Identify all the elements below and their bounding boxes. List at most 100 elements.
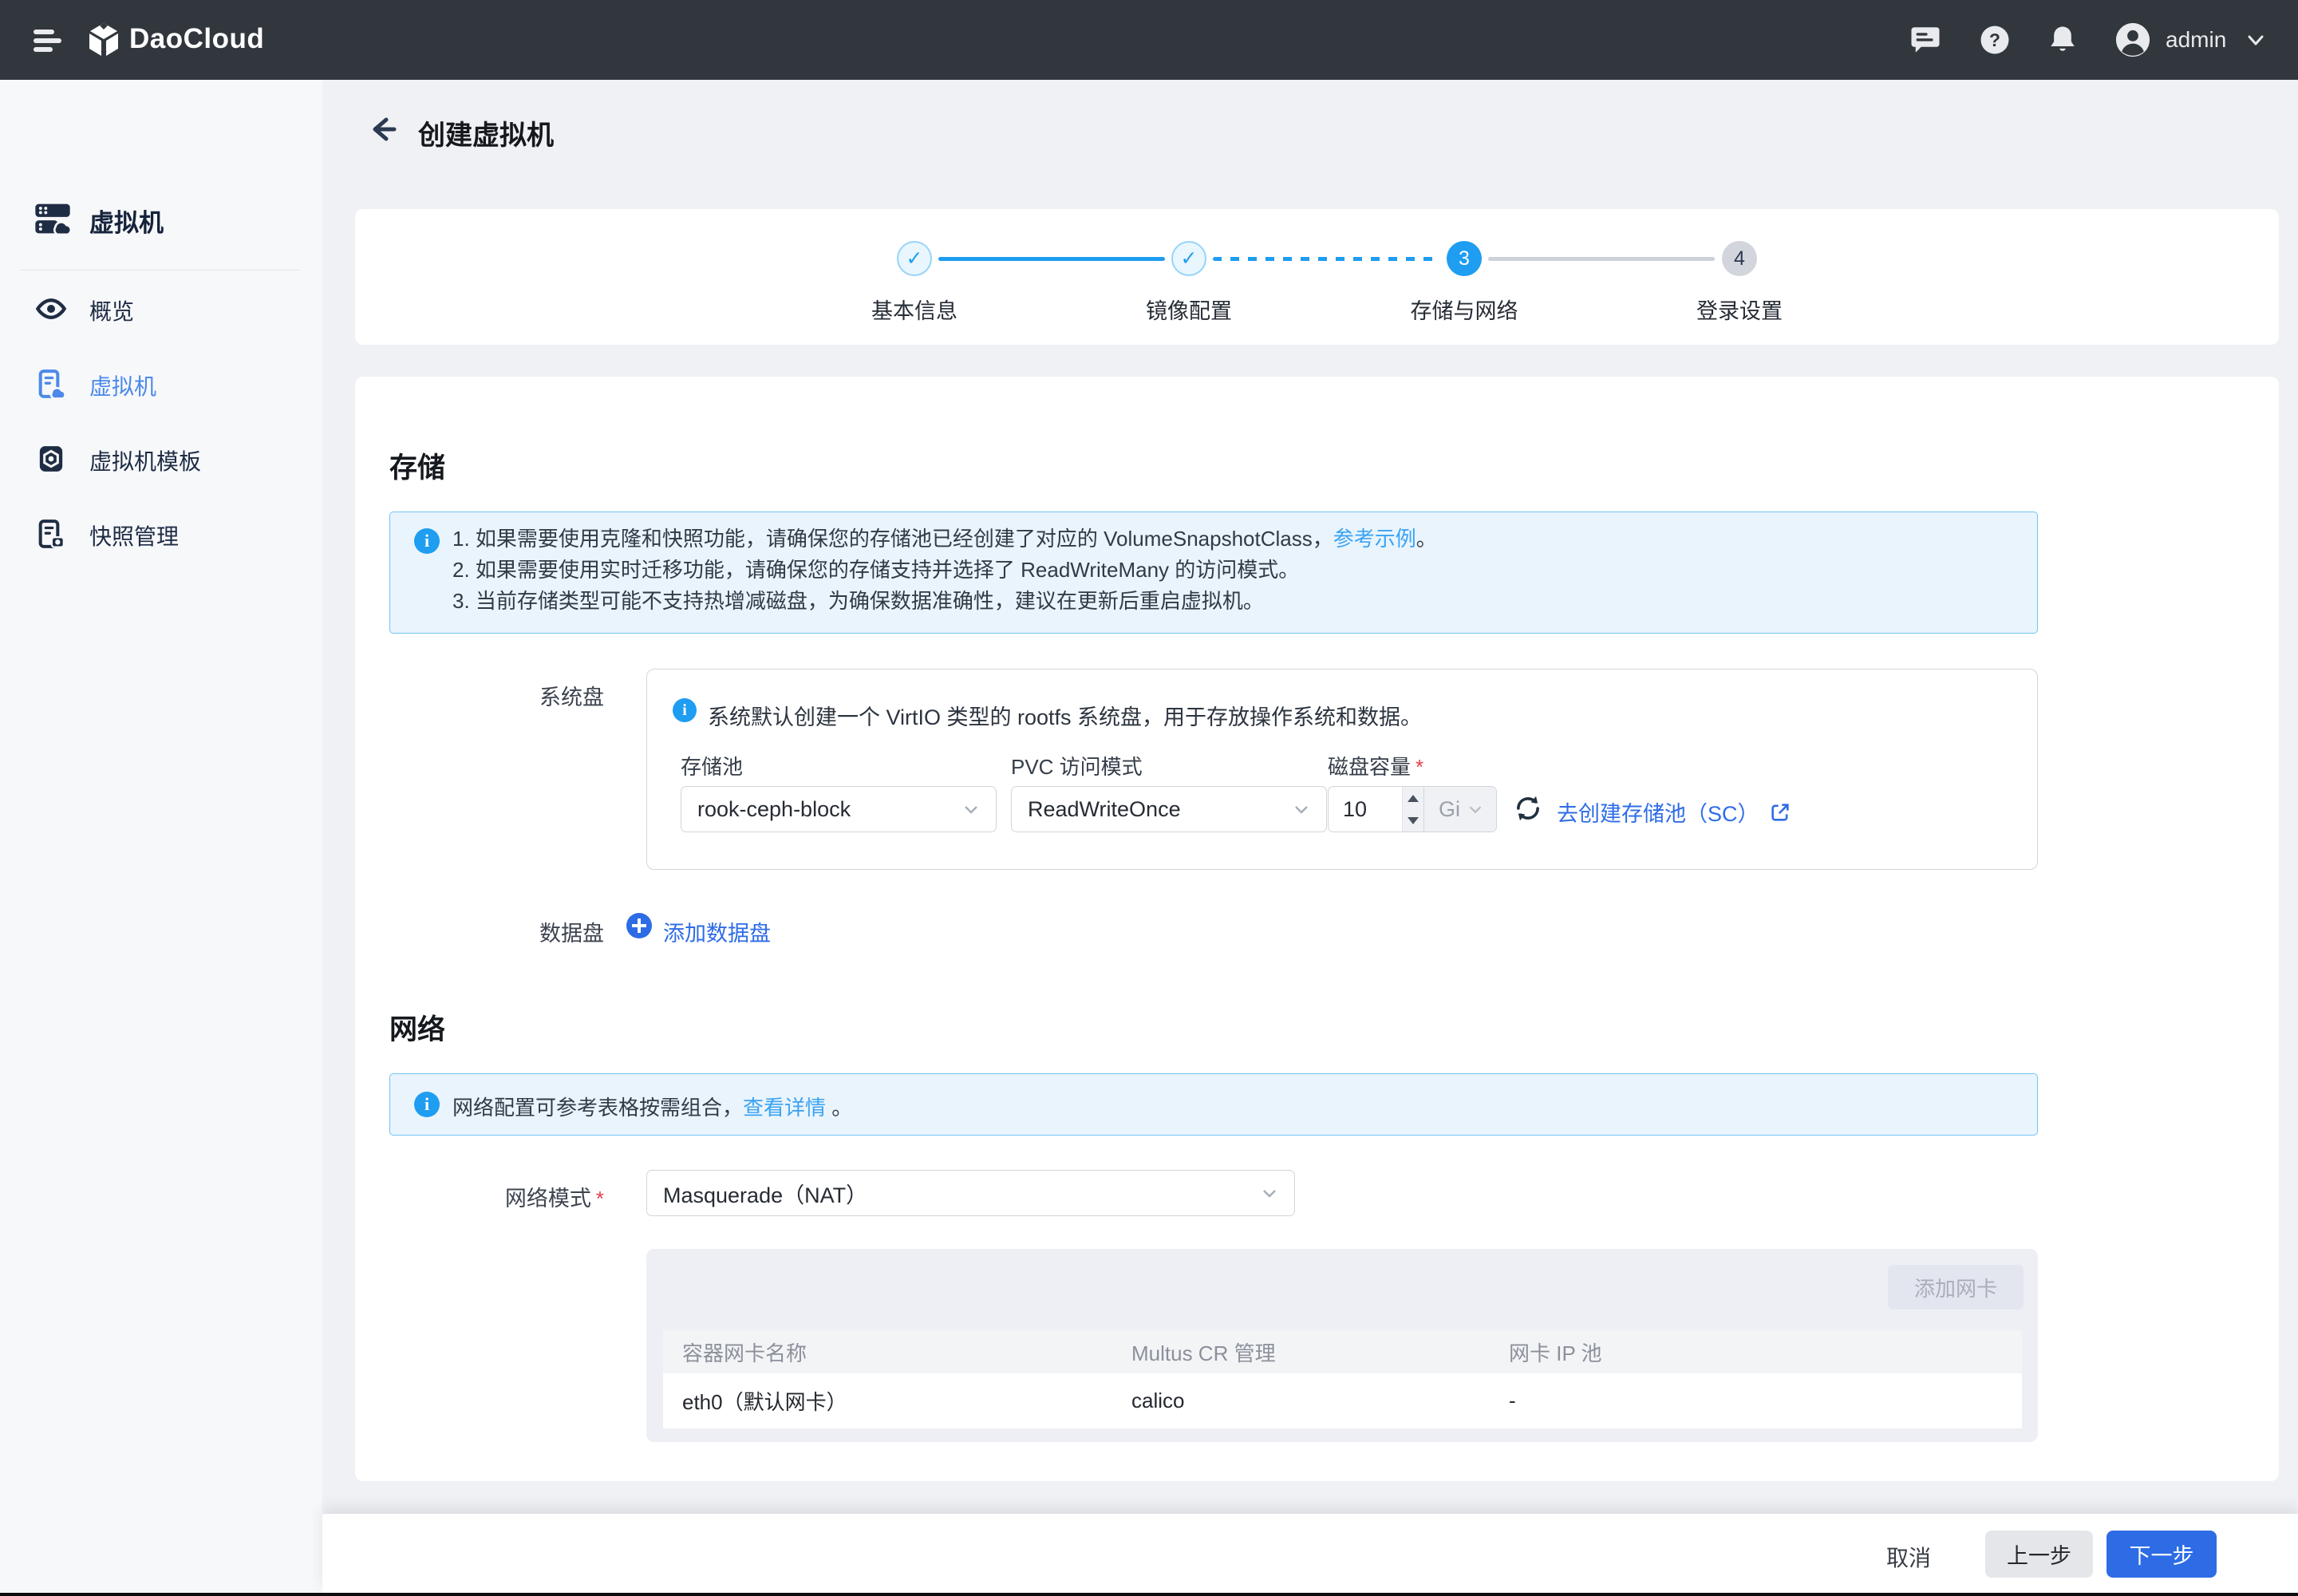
storage-alert-text: 1. 如果需要使用克隆和快照功能，请确保您的存储池已经创建了对应的 Volume… [452,523,2008,617]
previous-step-button[interactable]: 上一步 [1985,1531,2093,1578]
storage-pool-label: 存储池 [681,751,743,780]
info-icon: i [414,528,440,554]
sidebar-item-snapshots[interactable]: 快照管理 [0,505,322,563]
chevron-down-icon [1291,799,1312,820]
col-multus-cr: Multus CR 管理 [1131,1330,1509,1373]
stepper-up-icon[interactable] [1403,787,1423,809]
window-bottom-edge [0,1593,2298,1596]
chevron-down-icon [961,799,981,820]
col-ip-pool: 网卡 IP 池 [1509,1330,2022,1373]
external-link-icon[interactable] [1769,801,1791,824]
network-mode-select[interactable]: Masquerade（NAT） [646,1170,1295,1216]
network-section-heading: 网络 [389,1007,445,1048]
wizard-stepper: ✓ ✓ 3 4 基本信息 镜像配置 存储与网络 登录设置 [355,209,2279,345]
next-step-button[interactable]: 下一步 [2106,1531,2217,1578]
help-icon[interactable]: ? [1978,23,2012,57]
pvc-access-mode-label: PVC 访问模式 [1011,751,1143,780]
sidebar-item-virtual-machines[interactable]: 虚拟机 [0,355,322,413]
storage-alert-line3: 3. 当前存储类型可能不支持热增减磁盘，为确保数据准确性，建议在更新后重启虚拟机… [452,589,1264,613]
reference-example-link[interactable]: 参考示例 [1333,527,1416,551]
network-alert-text: 网络配置可参考表格按需组合，查看详情 。 [452,1092,2008,1124]
stepper-down-icon[interactable] [1403,809,1423,832]
snapshot-icon [35,518,67,550]
cell-nic-name: eth0（默认网卡） [663,1373,1131,1428]
nic-table: 容器网卡名称 Multus CR 管理 网卡 IP 池 eth0（默认网卡） c… [663,1330,2022,1428]
sidebar-module-header: 虚拟机 [0,188,322,246]
system-disk-label: 系统盘 [355,680,604,711]
daocloud-logo-icon [85,21,123,63]
nic-panel: 添加网卡 容器网卡名称 Multus CR 管理 网卡 IP 池 eth0（默认… [646,1249,2038,1442]
capacity-unit-select: Gi [1423,787,1496,832]
brand-name: DaoCloud [129,23,264,55]
vm-module-icon [32,198,73,239]
chevron-down-icon [1259,1183,1280,1203]
add-data-disk-link[interactable]: 添加数据盘 [663,916,771,947]
sidebar-item-label: 虚拟机 [89,369,156,401]
svg-text:?: ? [1989,30,2000,50]
data-disk-label: 数据盘 [355,916,604,947]
eye-icon [35,293,67,325]
sidebar-item-vm-templates[interactable]: 虚拟机模板 [0,430,322,488]
storage-section-heading: 存储 [389,445,445,486]
create-storage-class-link[interactable]: 去创建存储池（SC） [1557,796,1759,828]
sidebar: 虚拟机 概览 虚拟机 [0,80,322,1596]
add-nic-button[interactable]: 添加网卡 [1888,1265,2024,1310]
system-disk-info-text: 系统默认创建一个 VirtIO 类型的 rootfs 系统盘，用于存放操作系统和… [708,700,1422,731]
chevron-down-icon [1466,800,1485,819]
capacity-unit-value: Gi [1439,797,1460,822]
step-connector-3 [1488,257,1715,261]
info-icon: i [673,698,697,722]
cell-multus-cr: calico [1131,1373,1509,1428]
step-4-circle: 4 [1722,241,1757,276]
step-3-label: 存储与网络 [1368,294,1560,325]
disk-capacity-input[interactable]: 10 [1329,787,1402,832]
sidebar-module-title: 虚拟机 [89,203,164,239]
wizard-footer: 取消 上一步 下一步 [322,1514,2298,1593]
pvc-access-mode-value: ReadWriteOnce [1028,797,1181,822]
plus-circle-icon[interactable] [626,913,652,938]
avatar[interactable] [2114,22,2148,55]
back-arrow-icon[interactable] [365,113,401,145]
step-2-label: 镜像配置 [1093,294,1285,325]
network-info-alert: i 网络配置可参考表格按需组合，查看详情 。 [389,1073,2038,1136]
step-1-check-icon[interactable]: ✓ [897,241,932,276]
system-disk-panel: i 系统默认创建一个 VirtIO 类型的 rootfs 系统盘，用于存放操作系… [646,669,2038,870]
sidebar-item-label: 快照管理 [89,519,179,551]
vm-doc-cloud-icon [35,368,67,400]
cell-ip-pool: - [1509,1373,2022,1428]
step-connector-2 [1213,257,1439,261]
nic-table-header: 容器网卡名称 Multus CR 管理 网卡 IP 池 [663,1330,2022,1373]
cancel-button[interactable]: 取消 [1886,1541,1931,1573]
storage-pool-value: rook-ceph-block [697,797,851,822]
top-navbar: DaoCloud ? admin [0,0,2298,80]
storage-network-form-card: 存储 i 1. 如果需要使用克隆和快照功能，请确保您的存储池已经创建了对应的 V… [355,377,2279,1481]
network-mode-value: Masquerade（NAT） [663,1178,867,1209]
storage-alert-line2: 2. 如果需要使用实时迁移功能，请确保您的存储支持并选择了 ReadWriteM… [452,558,1299,582]
refresh-icon[interactable] [1513,793,1543,828]
view-details-link[interactable]: 查看详情 [743,1096,826,1120]
message-icon[interactable] [1909,23,1942,57]
storage-pool-select[interactable]: rook-ceph-block [681,786,997,832]
network-mode-label: 网络模式* [355,1181,604,1212]
step-2-check-icon[interactable]: ✓ [1171,241,1206,276]
storage-alert-line1-suffix: 。 [1416,527,1437,551]
step-3-circle[interactable]: 3 [1447,241,1482,276]
page-title: 创建虚拟机 [418,113,554,152]
disk-capacity-label: 磁盘容量* [1328,751,1423,780]
nic-table-row[interactable]: eth0（默认网卡） calico - [663,1373,2022,1428]
capacity-stepper [1402,787,1423,832]
username[interactable]: admin [2166,27,2226,53]
disk-capacity-input-group: 10 Gi [1328,786,1497,832]
sidebar-item-label: 虚拟机模板 [89,444,201,476]
vm-template-icon [35,443,67,475]
step-4-label: 登录设置 [1644,294,1835,325]
notifications-bell-icon[interactable] [2046,23,2079,57]
pvc-access-mode-select[interactable]: ReadWriteOnce [1011,786,1327,832]
user-menu-chevron-down-icon[interactable] [2244,30,2268,53]
menu-toggle-icon[interactable] [34,30,62,52]
storage-alert-line1: 1. 如果需要使用克隆和快照功能，请确保您的存储池已经创建了对应的 Volume… [452,527,1333,551]
col-nic-name: 容器网卡名称 [663,1330,1131,1373]
step-1-label: 基本信息 [819,294,1010,325]
info-icon: i [414,1092,440,1117]
sidebar-item-overview[interactable]: 概览 [0,280,322,338]
